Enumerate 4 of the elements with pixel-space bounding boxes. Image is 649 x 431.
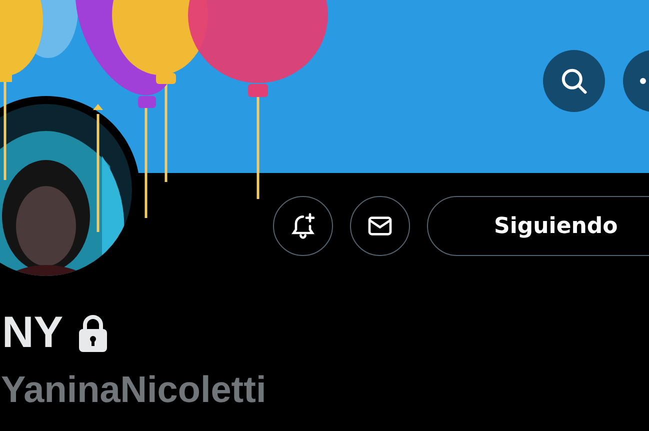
bell-plus-icon: [289, 212, 317, 240]
following-button[interactable]: Siguiendo: [427, 196, 649, 256]
profile-handle: YaninaNicoletti: [1, 368, 268, 412]
profile-name: NY: [2, 308, 64, 358]
